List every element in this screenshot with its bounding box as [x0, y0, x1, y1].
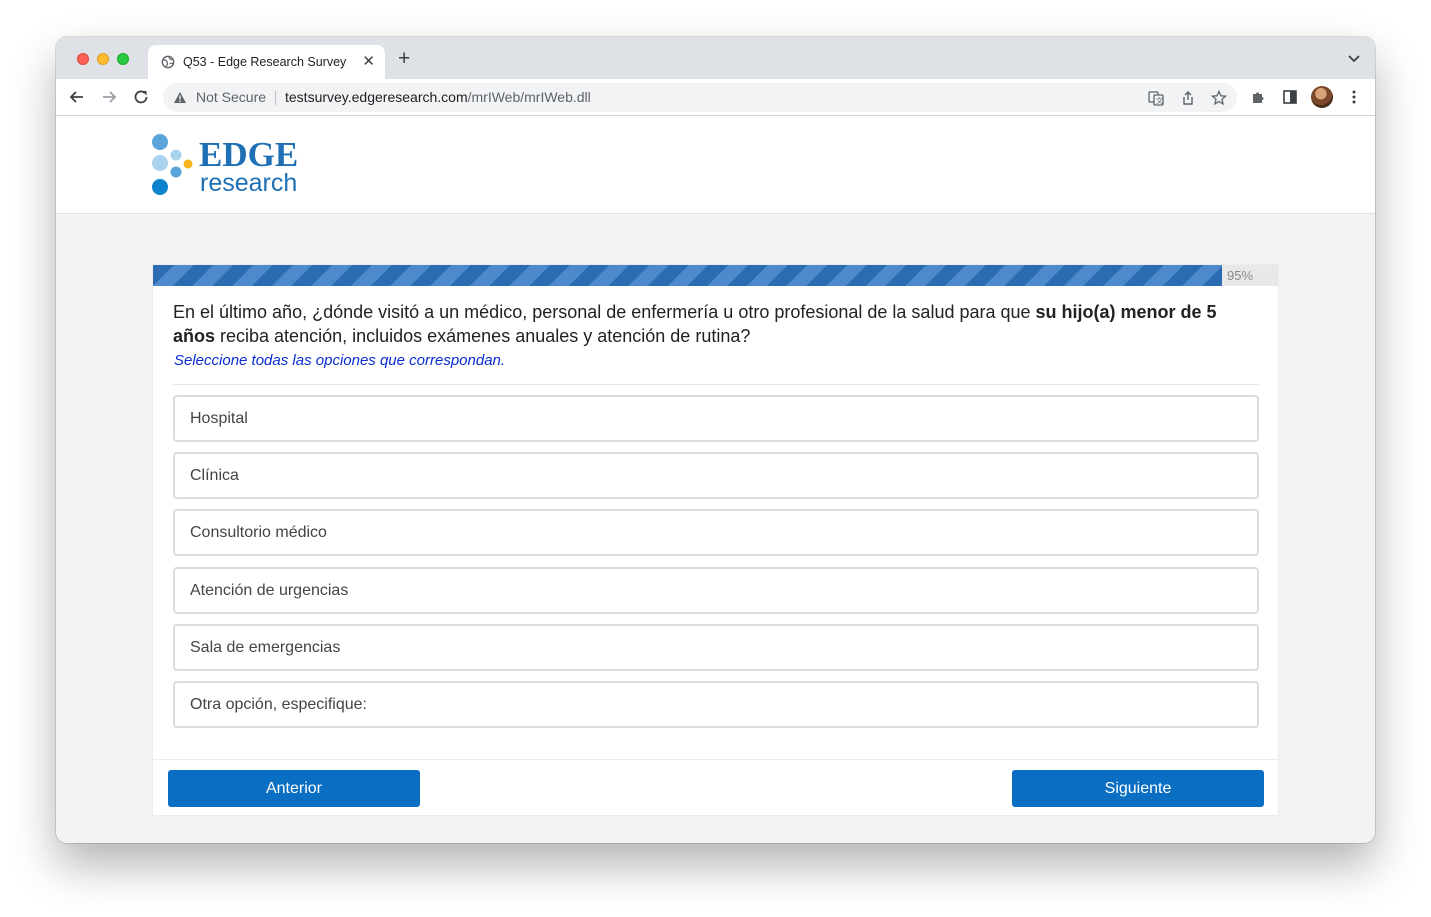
progress-fill: [153, 265, 1222, 286]
warning-icon[interactable]: [173, 91, 187, 104]
close-icon[interactable]: ✕: [362, 54, 375, 70]
zoom-window-button[interactable]: [117, 53, 129, 65]
option-otra-especifique[interactable]: Otra opción, especifique:: [173, 681, 1259, 728]
logo-dots-icon: [152, 134, 193, 195]
site-header: EDGE research: [56, 116, 1375, 214]
option-consultorio-medico[interactable]: Consultorio médico: [173, 509, 1259, 556]
address-bar[interactable]: Not Secure testsurvey.edgeresearch.com/m…: [163, 83, 1237, 112]
svg-text:文: 文: [1156, 96, 1163, 105]
previous-button[interactable]: Anterior: [168, 770, 420, 807]
extensions-puzzle-icon[interactable]: [1250, 89, 1266, 105]
divider: [275, 91, 276, 105]
edge-research-logo: EDGE research: [151, 133, 311, 197]
option-label: Clínica: [190, 467, 239, 484]
progress-label: 95%: [1227, 268, 1254, 283]
question-instruction: Seleccione todas las opciones que corres…: [174, 352, 506, 369]
browser-toolbar: Not Secure testsurvey.edgeresearch.com/m…: [56, 79, 1375, 116]
option-label: Consultorio médico: [190, 524, 327, 541]
share-icon[interactable]: [1180, 90, 1196, 106]
page-content: EDGE research 95% En el último año, ¿dón…: [56, 116, 1375, 843]
more-vertical-icon[interactable]: [1346, 89, 1362, 105]
translate-icon[interactable]: 文: [1148, 90, 1164, 106]
url-path: /mrIWeb/mrIWeb.dll: [467, 89, 591, 105]
globe-icon: [161, 55, 175, 69]
logo-edge-text: EDGE: [199, 135, 299, 174]
avatar[interactable]: [1311, 86, 1333, 108]
option-atencion-urgencias[interactable]: Atención de urgencias: [173, 567, 1259, 614]
back-arrow-icon[interactable]: [68, 88, 86, 106]
progress-bar: 95%: [153, 265, 1278, 286]
option-label: Hospital: [190, 410, 248, 427]
url-host: testsurvey.edgeresearch.com: [285, 89, 468, 105]
option-clinica[interactable]: Clínica: [173, 452, 1259, 499]
sidebar-icon[interactable]: [1282, 89, 1298, 105]
option-label: Otra opción, especifique:: [190, 696, 367, 713]
divider: [153, 759, 1278, 760]
next-button[interactable]: Siguiente: [1012, 770, 1264, 807]
not-secure-label[interactable]: Not Secure: [196, 89, 266, 105]
chevron-down-icon[interactable]: [1347, 51, 1361, 65]
close-window-button[interactable]: [77, 53, 89, 65]
option-label: Atención de urgencias: [190, 582, 349, 599]
option-hospital[interactable]: Hospital: [173, 395, 1259, 442]
divider: [173, 384, 1259, 385]
logo-research-text: research: [200, 169, 298, 197]
option-label: Sala de emergencias: [190, 639, 341, 656]
reload-icon[interactable]: [132, 88, 150, 106]
tab-strip: Q53 - Edge Research Survey ✕ +: [56, 37, 1375, 79]
plus-icon[interactable]: +: [398, 48, 410, 69]
question-text-part2: reciba atención, incluidos exámenes anua…: [215, 326, 751, 346]
minimize-window-button[interactable]: [97, 53, 109, 65]
star-icon[interactable]: [1211, 90, 1227, 106]
question-text-part1: En el último año, ¿dónde visitó a un méd…: [173, 302, 1036, 322]
browser-window: Q53 - Edge Research Survey ✕ + Not Secur…: [56, 37, 1375, 843]
forward-arrow-icon[interactable]: [100, 88, 118, 106]
tab-title: Q53 - Edge Research Survey: [183, 55, 347, 69]
url-text[interactable]: testsurvey.edgeresearch.com/mrIWeb/mrIWe…: [285, 89, 591, 105]
option-sala-emergencias[interactable]: Sala de emergencias: [173, 624, 1259, 671]
survey-card: 95% En el último año, ¿dónde visitó a un…: [152, 264, 1279, 816]
question-text: En el último año, ¿dónde visitó a un méd…: [173, 300, 1243, 348]
tab-survey[interactable]: Q53 - Edge Research Survey ✕: [148, 45, 385, 79]
